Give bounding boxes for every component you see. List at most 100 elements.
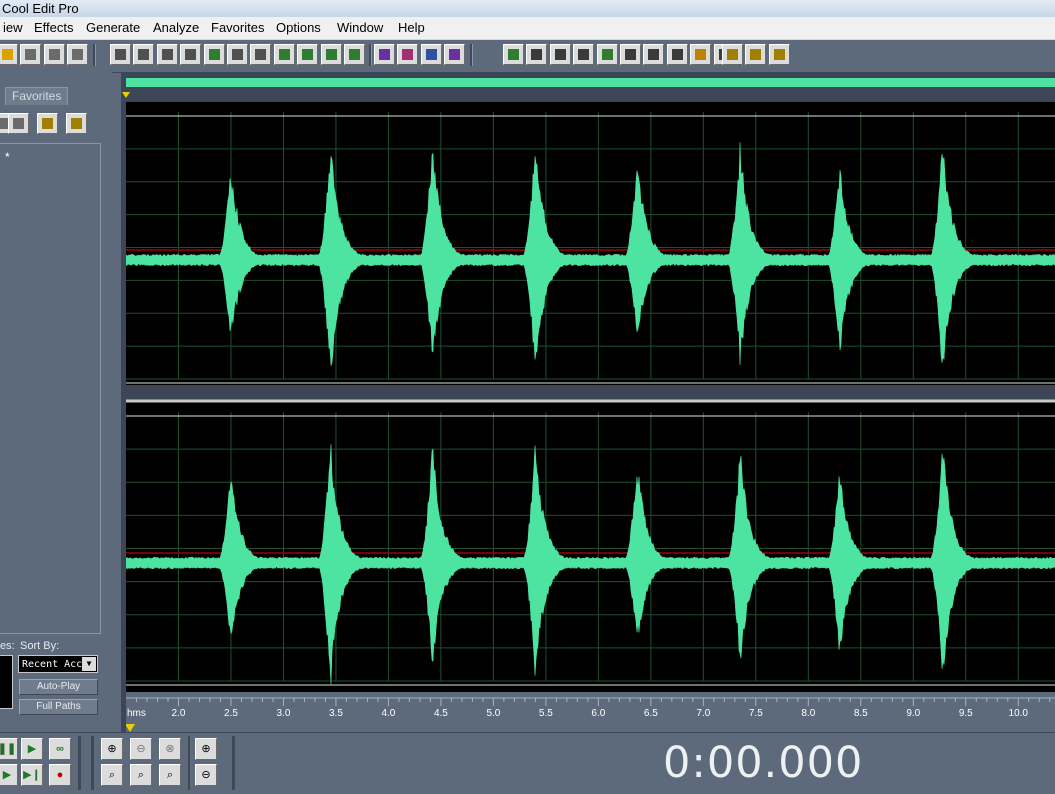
time-ruler-label: 4.0 (381, 708, 395, 719)
help-button[interactable] (66, 113, 87, 134)
settings-button[interactable] (722, 44, 743, 65)
time-ruler-label: 6.0 (591, 708, 605, 719)
zoom-to-selection-button[interactable]: ⌕ (101, 764, 123, 786)
pause-button[interactable]: ❚❚ (0, 738, 18, 760)
loop-button[interactable]: ∞ (49, 738, 71, 760)
waveform-display[interactable]: hms 2.0 2.5 3.0 3.5 4.0 4.5 5.0 5.5 6.0 6.5 7.0 7.5 8… (121, 72, 1055, 732)
open-file-button[interactable] (0, 44, 18, 65)
copy-to-new-button[interactable] (203, 44, 225, 65)
mono-view-button[interactable] (420, 44, 442, 65)
stereo-view-button[interactable] (444, 44, 466, 65)
organizer-button[interactable] (573, 44, 595, 65)
info-window-button[interactable] (549, 44, 571, 65)
scripts-icon (750, 49, 762, 60)
paste-to-new-button[interactable] (273, 44, 295, 65)
transport-window-button[interactable] (596, 44, 618, 65)
copy-icon (185, 49, 197, 60)
time-ruler-label: 10.0 (1009, 708, 1029, 719)
edit-view-button[interactable] (526, 44, 548, 65)
zoom-left-icon: ⌕ (137, 769, 145, 781)
time-ruler-label: 6.5 (644, 708, 658, 719)
menu-favorites[interactable]: Favorites (208, 17, 267, 39)
undo-button[interactable] (110, 44, 131, 65)
menu-options[interactable]: Options (273, 17, 324, 39)
insert-button[interactable] (344, 44, 365, 65)
waveform-canvas[interactable]: hms 2.0 2.5 3.0 3.5 4.0 4.5 5.0 5.5 6.0 6.5 7.0 7.5 8… (126, 102, 1055, 732)
help-button[interactable] (768, 44, 790, 65)
zoom-full-button[interactable]: ⊗ (159, 738, 181, 760)
zoom-in-vertical-icon: ⊕ (201, 743, 211, 755)
menu-generate[interactable]: Generate (83, 17, 143, 39)
overview-bar[interactable] (126, 78, 1055, 87)
pause-icon: ❚❚ (0, 743, 17, 755)
menu-analyze[interactable]: Analyze (150, 17, 202, 39)
mix-paste-button[interactable] (297, 44, 319, 65)
insert-button[interactable] (8, 113, 29, 134)
multitrack-view-button[interactable] (503, 44, 524, 65)
title-bar: Cool Edit Pro (0, 0, 1055, 17)
paste-icon (255, 49, 267, 60)
time-ruler-label: 5.0 (486, 708, 500, 719)
start-marker-icon[interactable] (122, 92, 130, 98)
menu-iew[interactable]: iew (0, 17, 26, 39)
time-window-button[interactable] (643, 44, 665, 65)
play-to-end-button[interactable]: ▶ (0, 764, 18, 786)
menu-window[interactable]: Window (334, 17, 386, 39)
spectral-view-button[interactable] (374, 44, 395, 65)
zoom-left-button[interactable]: ⌕ (130, 764, 152, 786)
zoom-right-button[interactable]: ⌕ (159, 764, 181, 786)
channel-divider (126, 385, 1055, 402)
record-button[interactable]: ● (49, 764, 71, 786)
repeat-last-button[interactable] (156, 44, 178, 65)
paste-button[interactable] (250, 44, 272, 65)
menu-bar: iew Effects Generate Analyze Favorites Option… (0, 17, 1055, 40)
time-ruler-label: 5.5 (539, 708, 553, 719)
separator (78, 736, 81, 790)
auto-play-button[interactable]: Auto-Play (19, 679, 98, 695)
file-list-entry[interactable]: * (5, 150, 10, 164)
close-file-button[interactable] (67, 44, 89, 65)
full-paths-button[interactable]: Full Paths (19, 699, 98, 715)
organizer-panel: Favorites * es: Sort By: Recent Acc ▼ Au… (0, 72, 112, 722)
save-as-button[interactable] (43, 44, 65, 65)
zoom-in-horizontal-button[interactable]: ⊕ (101, 738, 123, 760)
main-toolbar (0, 40, 1055, 73)
level-meter-button[interactable] (690, 44, 712, 65)
close-file-icon (0, 118, 8, 129)
zoom-full-icon: ⊗ (165, 743, 175, 755)
sort-by-select[interactable]: Recent Acc ▼ (18, 655, 98, 673)
save-as-icon (48, 49, 60, 60)
zoom-out-vertical-button[interactable]: ⊖ (195, 764, 217, 786)
settings-button[interactable] (37, 113, 58, 134)
trim-button[interactable] (320, 44, 342, 65)
waveform-view-button[interactable] (397, 44, 419, 65)
zoom-window-button[interactable] (620, 44, 641, 65)
zoom-window-icon (625, 49, 636, 60)
zoom-in-vertical-button[interactable]: ⊕ (195, 738, 217, 760)
show-options-list[interactable] (0, 655, 13, 709)
menu-effects[interactable]: Effects (31, 17, 77, 39)
tab-favorites[interactable]: Favorites (5, 87, 69, 105)
chevron-down-icon[interactable]: ▼ (82, 657, 96, 671)
file-list[interactable]: * (0, 143, 101, 634)
cut-button[interactable] (227, 44, 248, 65)
sort-by-label: Sort By: (20, 640, 60, 652)
separator (188, 736, 190, 790)
selection-window-button[interactable] (666, 44, 688, 65)
time-window-icon (648, 49, 660, 60)
menu-help[interactable]: Help (395, 17, 428, 39)
mono-view-icon (425, 49, 437, 60)
save-file-button[interactable] (20, 44, 42, 65)
help-icon (773, 49, 785, 60)
show-label: es: (0, 640, 15, 652)
zoom-out-horizontal-button[interactable]: ⊖ (130, 738, 152, 760)
skip-forward-button[interactable]: ▶❙ (21, 764, 43, 786)
time-ruler-label: 9.5 (959, 708, 973, 719)
copy-to-new-icon (208, 49, 220, 60)
skip-forward-icon: ▶❙ (23, 769, 41, 781)
copy-button[interactable] (180, 44, 202, 65)
scripts-button[interactable] (745, 44, 767, 65)
redo-icon (138, 49, 150, 60)
play-button[interactable]: ▶ (21, 738, 43, 760)
redo-button[interactable] (133, 44, 155, 65)
